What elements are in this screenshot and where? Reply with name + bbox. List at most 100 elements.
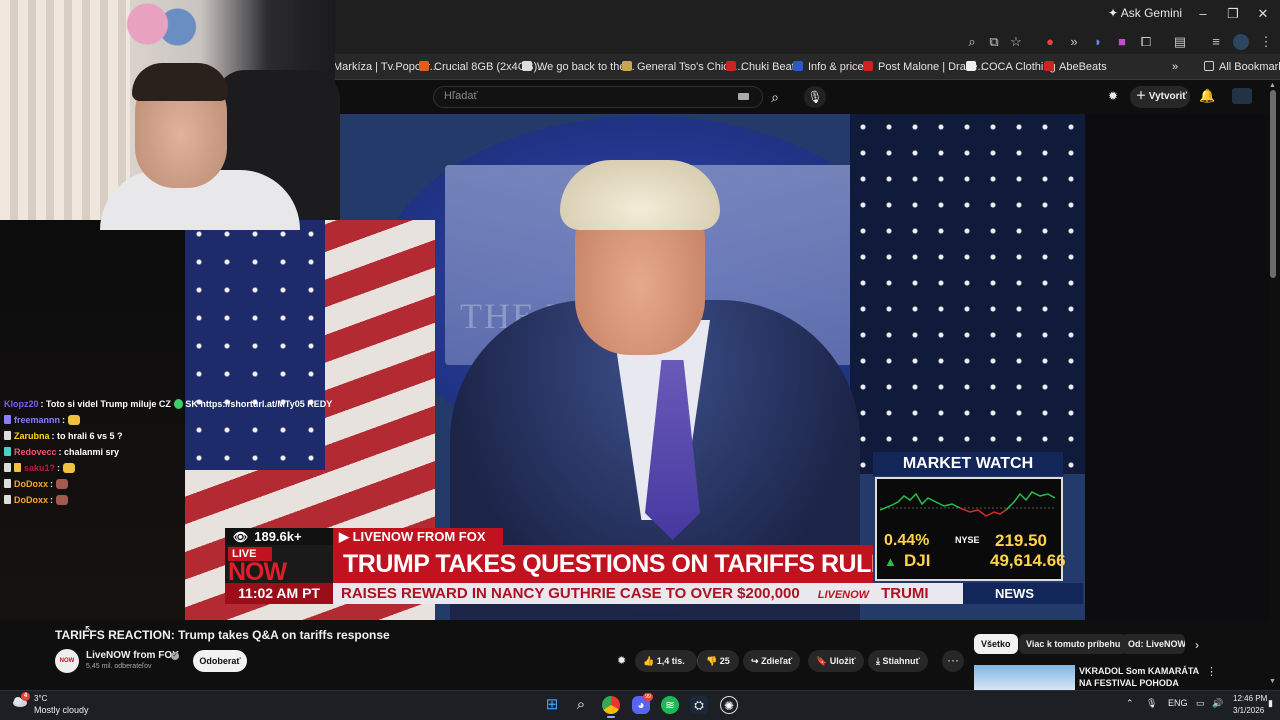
bookmark-star-icon[interactable]: ☆	[1008, 34, 1024, 50]
download-button[interactable]: ⤓ Stiahnuť	[868, 650, 928, 672]
like-button[interactable]: 👍 1,4 tis.	[635, 650, 697, 672]
heart-emote-icon	[173, 399, 183, 409]
language-indicator[interactable]: ENG	[1168, 698, 1188, 708]
channel-avatar[interactable]	[1232, 88, 1252, 104]
nyse-label: NYSE	[955, 535, 980, 545]
scroll-down-icon[interactable]: ▼	[1269, 678, 1276, 685]
all-bookmarks[interactable]: All Bookmarks	[1204, 60, 1280, 74]
weather-description[interactable]: Mostly cloudy	[34, 705, 89, 715]
close-window-button[interactable]: ✕	[1248, 4, 1278, 24]
chat-username: Klopz20	[4, 399, 39, 409]
save-label: Uložiť	[829, 656, 856, 666]
bookmark-label: Chuki Beats	[741, 61, 801, 73]
chat-text-tail: SK https://shorturl.at/MTy05 REDY	[185, 399, 333, 409]
subscribe-button[interactable]: Odoberať	[193, 650, 247, 672]
save-button[interactable]: 🔖 Uložiť	[808, 650, 864, 672]
chat-text: :	[50, 479, 54, 489]
create-button[interactable]: ＋ Vytvoriť	[1130, 86, 1190, 108]
extensions-puzzle-icon[interactable]: ⧠	[1138, 34, 1154, 50]
chat-username: Redovecc	[14, 447, 57, 457]
ask-sparkle-icon[interactable]: ✹	[617, 654, 626, 667]
bookmark-item[interactable]: Info & prices	[793, 60, 869, 74]
bell-icon[interactable]: 🔔	[1199, 88, 1215, 104]
extension-gear-icon[interactable]: ✹	[1108, 89, 1118, 103]
bookmark-item[interactable]: AbeBeats	[1044, 60, 1107, 74]
zoom-icon[interactable]: ⌕	[964, 34, 980, 50]
kebab-menu-icon[interactable]: ⋮	[1258, 34, 1274, 50]
bookmark-item[interactable]: We go back to the...	[522, 60, 635, 74]
scroll-up-icon[interactable]: ▲	[1269, 82, 1276, 89]
bookmark-item[interactable]: COCA Clothing	[966, 60, 1056, 74]
bookmark-favicon	[1044, 61, 1054, 71]
source-tag: ▶ LIVENOW FROM FOX	[333, 528, 503, 545]
more-actions-icon[interactable]: ···	[942, 650, 964, 672]
all-bookmarks-label: All Bookmarks	[1219, 61, 1280, 73]
extension-icon[interactable]: ◗	[1090, 34, 1106, 50]
menu-lines-icon[interactable]: ≡	[1208, 34, 1224, 50]
chat-text: :	[57, 463, 61, 473]
channel-avatar[interactable]: NOW	[55, 649, 79, 673]
share-icon: ↪	[751, 656, 759, 666]
dislike-count: 25	[719, 656, 730, 666]
maximize-button[interactable]: ❐	[1218, 4, 1248, 24]
ticker-brand: LIVENOW	[817, 589, 870, 601]
ticker-news-label: NEWS	[963, 583, 1083, 604]
chip-channel[interactable]: Od: LiveNOW f	[1121, 634, 1185, 654]
recommendation-thumbnail[interactable]	[974, 665, 1075, 690]
notifications-icon[interactable]: ▮	[1268, 698, 1273, 709]
keyboard-icon[interactable]	[738, 93, 749, 100]
app-icon[interactable]: ✺	[720, 696, 738, 714]
chip-related[interactable]: Viac k tomuto príbehu	[1019, 634, 1128, 654]
spotify-icon[interactable]: ≋	[661, 696, 679, 714]
bookmark-favicon	[419, 61, 429, 71]
emote-icon	[56, 495, 69, 505]
chat-text: : Toto si videl Trump miluje CZ	[40, 399, 171, 409]
clock-time[interactable]: 12:46 PM	[1233, 694, 1267, 703]
eye-icon: 👁	[233, 530, 249, 544]
search-icon[interactable]: ⌕	[764, 86, 786, 108]
install-app-icon[interactable]: ⧉	[986, 34, 1002, 50]
chat-message: DoDoxx:	[4, 478, 69, 490]
microphone-tray-icon[interactable]: 🎙	[1146, 698, 1157, 709]
windows-start-icon[interactable]: ⊞	[543, 696, 561, 714]
extension-icon[interactable]: ●	[1042, 34, 1058, 50]
bookmarks-overflow-icon[interactable]: »	[1172, 60, 1178, 74]
mic-icon[interactable]: 🎙	[804, 86, 826, 108]
kebab-menu-icon[interactable]: ⋮	[1206, 665, 1217, 678]
scrollbar[interactable]	[1270, 90, 1276, 278]
bookmark-item[interactable]: Chuki Beats	[726, 60, 800, 74]
share-button[interactable]: ↪ Zdieľať	[743, 650, 801, 672]
search-input[interactable]	[433, 86, 763, 108]
chip-all[interactable]: Všetko	[974, 634, 1018, 654]
volume-icon[interactable]: 🔊	[1212, 698, 1223, 709]
dislike-button[interactable]: 👎 25	[697, 650, 739, 672]
bookmark-label: Info & prices	[808, 61, 870, 73]
extension-icon[interactable]: »	[1066, 34, 1082, 50]
profile-avatar[interactable]	[1233, 34, 1249, 50]
ticker-tail: TRUMI	[881, 585, 929, 602]
chat-text: : to hrali 6 vs 5 ?	[51, 431, 123, 441]
channel-name[interactable]: LiveNOW from FOX	[86, 650, 179, 661]
tray-overflow-icon[interactable]: ⌃	[1126, 698, 1134, 709]
steam-icon[interactable]: ⛭	[690, 696, 708, 714]
chat-username: Zarubna	[14, 431, 50, 441]
network-icon[interactable]: ▭	[1196, 698, 1205, 709]
market-percent: 0.44%	[884, 532, 930, 549]
webcam-plush-toys	[125, 0, 200, 60]
source-tag-label: LIVENOW FROM FOX	[352, 529, 486, 544]
clock-date[interactable]: 3/1/2026	[1233, 706, 1264, 715]
extension-icon[interactable]: ■	[1114, 34, 1130, 50]
folder-icon	[1204, 61, 1214, 71]
weather-temperature[interactable]: 3°C	[34, 694, 47, 703]
search-icon[interactable]: ⌕	[572, 696, 590, 714]
webcam-person-hair	[132, 63, 228, 101]
chrome-icon[interactable]	[602, 696, 620, 714]
ask-gemini-button[interactable]: ✦ Ask Gemini	[1108, 6, 1182, 20]
sidepanel-icon[interactable]: ▤	[1172, 34, 1188, 50]
chat-text: :	[62, 415, 66, 425]
minimize-button[interactable]: –	[1188, 4, 1218, 24]
bookmark-label: We go back to the...	[537, 61, 635, 73]
chat-badge-icon	[4, 431, 11, 440]
search-placeholder: Hľadať	[444, 90, 478, 102]
chevron-right-icon[interactable]: ›	[1195, 638, 1199, 652]
